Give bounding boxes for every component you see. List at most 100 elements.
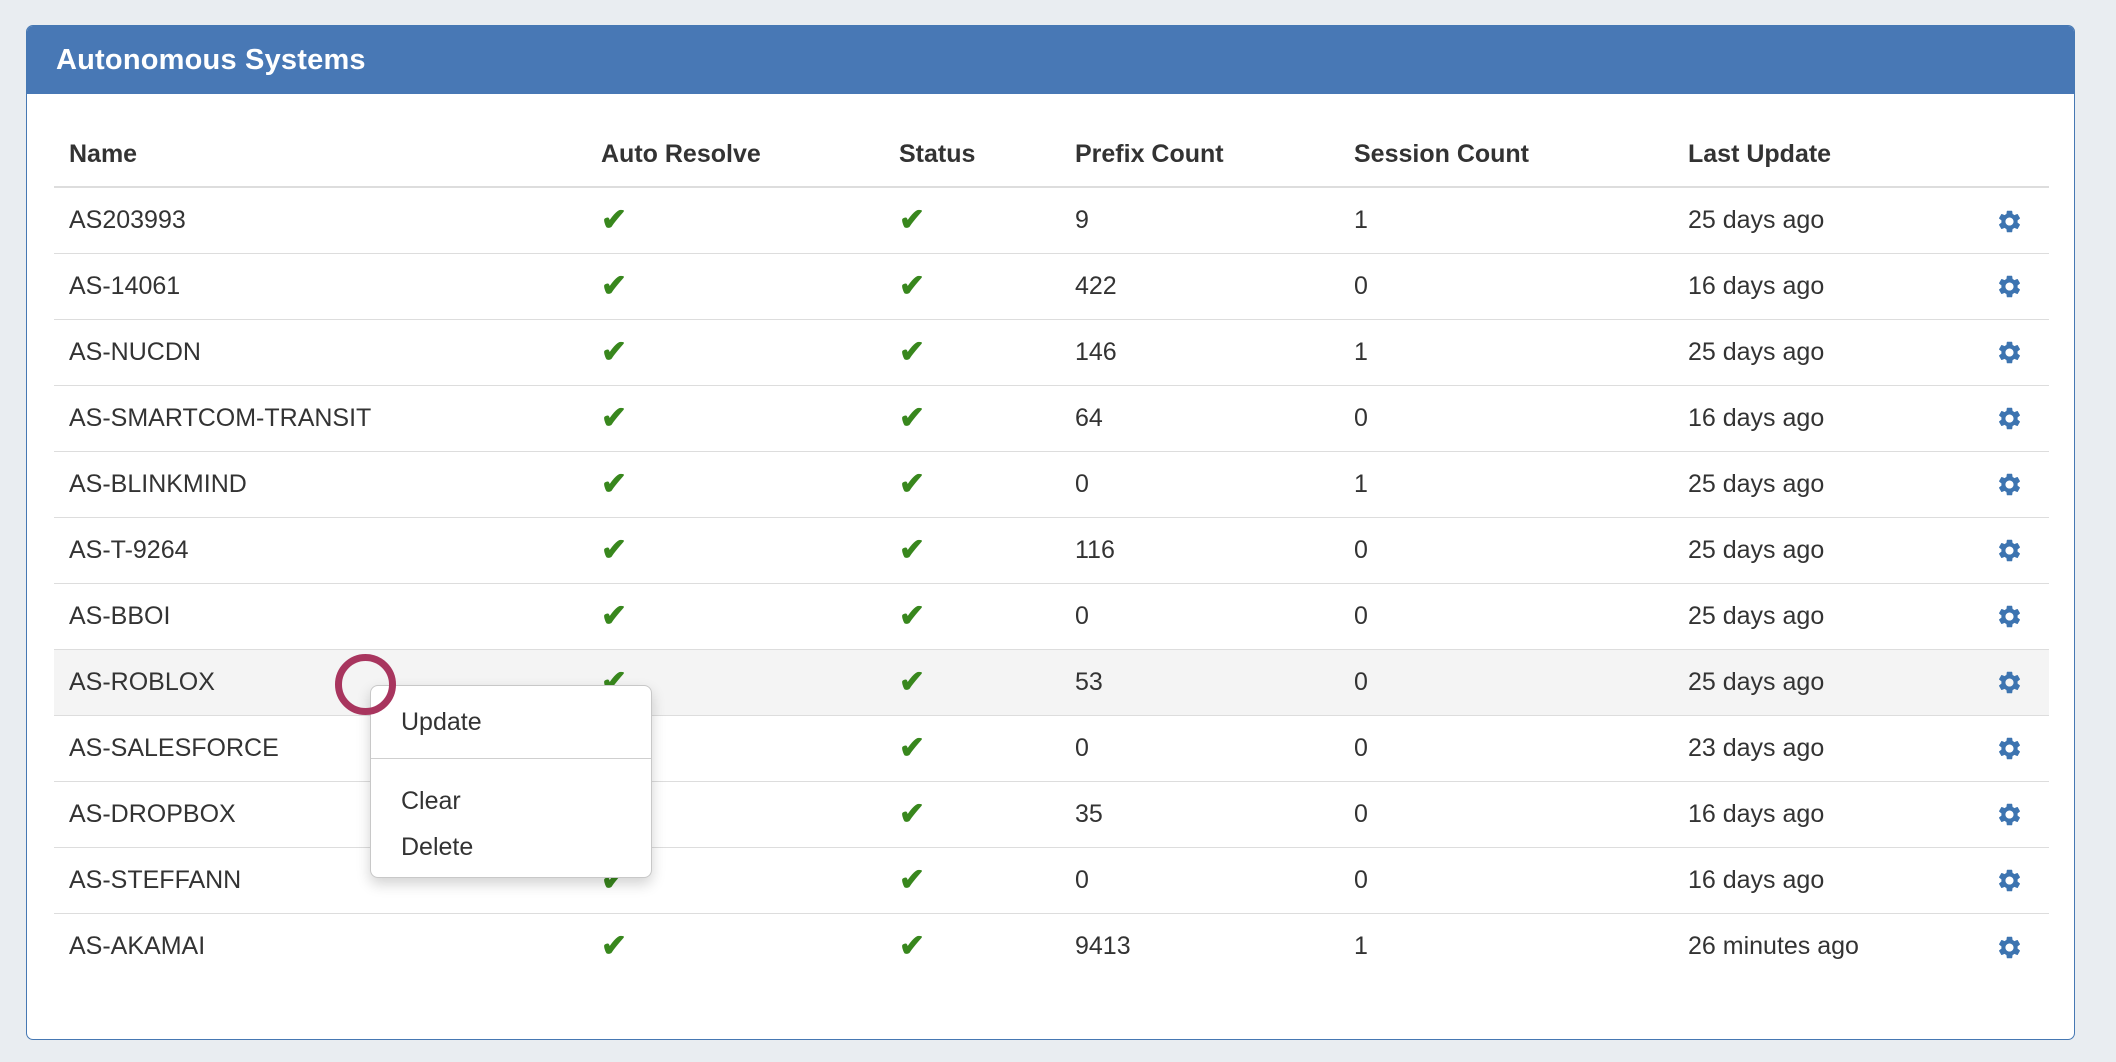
auto-resolve-cell: ✔ — [586, 913, 884, 979]
gear-icon[interactable] — [1996, 602, 2023, 630]
row-actions-cell — [1969, 715, 2049, 781]
gear-icon[interactable] — [1996, 734, 2023, 762]
session-count-cell: 1 — [1339, 913, 1673, 979]
table-row[interactable]: AS-SALESFORCE✔✔0023 days ago — [54, 715, 2049, 781]
as-name-cell[interactable]: AS-AKAMAI — [54, 913, 586, 979]
table-row[interactable]: AS-AKAMAI✔✔9413126 minutes ago — [54, 913, 2049, 979]
gear-icon[interactable] — [1996, 206, 2023, 234]
prefix-count-cell: 35 — [1060, 781, 1339, 847]
last-update-cell: 23 days ago — [1673, 715, 1969, 781]
last-update-cell: 25 days ago — [1673, 583, 1969, 649]
status-cell: ✔ — [884, 847, 1060, 913]
session-count-cell: 0 — [1339, 781, 1673, 847]
session-count-cell: 1 — [1339, 319, 1673, 385]
table-row[interactable]: AS203993✔✔9125 days ago — [54, 187, 2049, 253]
table-header-row: Name Auto Resolve Status Prefix Count Se… — [54, 111, 2049, 187]
auto-resolve-cell: ✔ — [586, 451, 884, 517]
menu-item-clear[interactable]: Clear — [371, 776, 651, 826]
check-icon: ✔ — [899, 664, 925, 699]
prefix-count-cell: 422 — [1060, 253, 1339, 319]
check-icon: ✔ — [601, 334, 627, 369]
table-row[interactable]: AS-NUCDN✔✔146125 days ago — [54, 319, 2049, 385]
col-header-name: Name — [54, 111, 586, 187]
table-body: AS203993✔✔9125 days agoAS-14061✔✔422016 … — [54, 187, 2049, 979]
session-count-cell: 0 — [1339, 385, 1673, 451]
last-update-cell: 16 days ago — [1673, 385, 1969, 451]
table-row[interactable]: AS-STEFFANN✔✔0016 days ago — [54, 847, 2049, 913]
page: Autonomous Systems Name Auto Resolve Sta… — [0, 0, 2116, 1062]
last-update-cell: 25 days ago — [1673, 649, 1969, 715]
status-cell: ✔ — [884, 649, 1060, 715]
col-header-actions — [1969, 111, 2049, 187]
gear-icon[interactable] — [1996, 536, 2023, 564]
gear-icon[interactable] — [1996, 404, 2023, 432]
row-actions-cell — [1969, 385, 2049, 451]
table-row[interactable]: AS-SMARTCOM-TRANSIT ✔ ✔ 64016 days ago — [54, 385, 2049, 451]
gear-icon[interactable] — [1996, 668, 2023, 696]
context-menu: Update Clear Delete — [370, 685, 652, 878]
check-icon: ✔ — [601, 202, 627, 237]
status-cell: ✔ — [884, 253, 1060, 319]
menu-item-delete[interactable]: Delete — [371, 826, 651, 868]
check-icon: ✔ — [899, 532, 925, 567]
table-row[interactable]: AS-BLINKMIND✔✔0125 days ago — [54, 451, 2049, 517]
check-icon: ✔ — [899, 202, 925, 237]
menu-item-update[interactable]: Update — [371, 686, 651, 758]
status-cell: ✔ — [884, 319, 1060, 385]
check-icon: ✔ — [899, 796, 925, 831]
as-name-cell[interactable]: AS-14061 — [54, 253, 586, 319]
check-icon: ✔ — [601, 598, 627, 633]
menu-bottom-section: Clear Delete — [371, 759, 651, 868]
check-icon: ✔ — [899, 730, 925, 765]
gear-icon[interactable] — [1996, 866, 2023, 894]
status-cell: ✔ — [884, 451, 1060, 517]
col-header-status: Status — [884, 111, 1060, 187]
gear-icon[interactable] — [1996, 932, 2023, 960]
check-icon: ✔ — [601, 400, 627, 435]
check-icon: ✔ — [601, 532, 627, 567]
table-row[interactable]: AS-ROBLOX✔✔53025 days ago — [54, 649, 2049, 715]
session-count-cell: 1 — [1339, 187, 1673, 253]
session-count-cell: 0 — [1339, 847, 1673, 913]
table-row[interactable]: AS-DROPBOX✔✔35016 days ago — [54, 781, 2049, 847]
row-actions-cell — [1969, 451, 2049, 517]
row-actions-cell — [1969, 781, 2049, 847]
last-update-cell: 16 days ago — [1673, 781, 1969, 847]
prefix-count-cell: 64 — [1060, 385, 1339, 451]
last-update-cell: 25 days ago — [1673, 187, 1969, 253]
check-icon: ✔ — [899, 400, 925, 435]
check-icon: ✔ — [899, 268, 925, 303]
row-actions-cell — [1969, 319, 2049, 385]
table-row[interactable]: AS-T-9264✔✔116025 days ago — [54, 517, 2049, 583]
as-name-cell[interactable]: AS-SMARTCOM-TRANSIT — [54, 385, 586, 451]
status-cell: ✔ — [884, 385, 1060, 451]
gear-icon[interactable] — [1996, 470, 2023, 498]
prefix-count-cell: 146 — [1060, 319, 1339, 385]
check-icon: ✔ — [601, 928, 627, 963]
row-actions-cell — [1969, 649, 2049, 715]
panel-header: Autonomous Systems — [27, 26, 2074, 94]
last-update-cell: 25 days ago — [1673, 451, 1969, 517]
as-name-cell[interactable]: AS-NUCDN — [54, 319, 586, 385]
auto-resolve-cell: ✔ — [586, 583, 884, 649]
table-row[interactable]: AS-BBOI✔✔0025 days ago — [54, 583, 2049, 649]
as-name-cell[interactable]: AS-BBOI — [54, 583, 586, 649]
as-name-cell[interactable]: AS-BLINKMIND — [54, 451, 586, 517]
last-update-cell: 16 days ago — [1673, 253, 1969, 319]
prefix-count-cell: 0 — [1060, 583, 1339, 649]
auto-resolve-cell: ✔ — [586, 319, 884, 385]
gear-icon[interactable] — [1996, 272, 2023, 300]
as-name-cell[interactable]: AS203993 — [54, 187, 586, 253]
check-icon: ✔ — [899, 862, 925, 897]
gear-icon[interactable] — [1996, 800, 2023, 828]
last-update-cell: 25 days ago — [1673, 319, 1969, 385]
as-name-cell[interactable]: AS-T-9264 — [54, 517, 586, 583]
autonomous-systems-table: Name Auto Resolve Status Prefix Count Se… — [54, 111, 2049, 979]
table-row[interactable]: AS-14061✔✔422016 days ago — [54, 253, 2049, 319]
row-actions-cell — [1969, 847, 2049, 913]
prefix-count-cell: 53 — [1060, 649, 1339, 715]
gear-icon[interactable] — [1996, 338, 2023, 366]
prefix-count-cell: 0 — [1060, 451, 1339, 517]
status-cell: ✔ — [884, 715, 1060, 781]
status-cell: ✔ — [884, 913, 1060, 979]
